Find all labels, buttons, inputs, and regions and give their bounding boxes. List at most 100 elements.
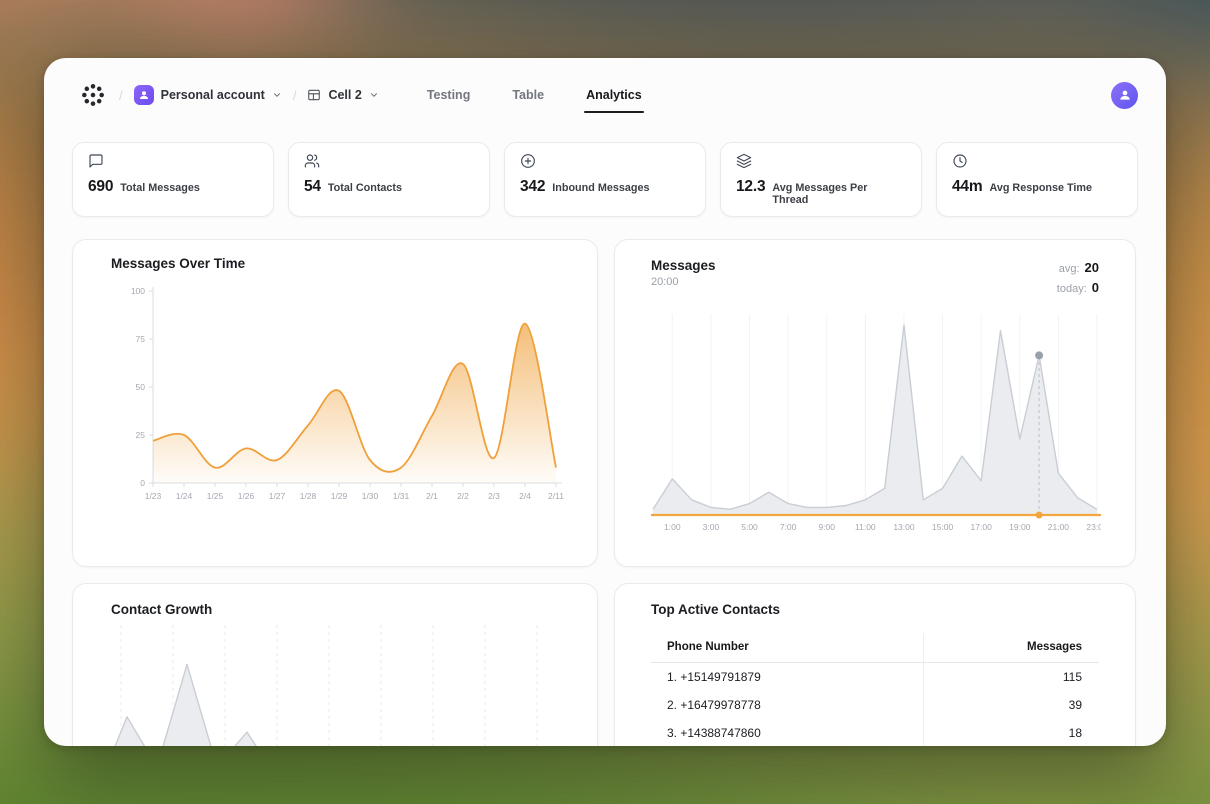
svg-text:19:00: 19:00 — [1009, 522, 1031, 532]
svg-text:2/1: 2/1 — [426, 491, 438, 501]
chart-summary: avg: 20 today: 0 — [1057, 258, 1099, 298]
contact-message-count: 115 — [923, 663, 1101, 691]
svg-text:1/29: 1/29 — [331, 491, 348, 501]
cell-label: Cell 2 — [328, 88, 362, 102]
breadcrumb-separator: / — [292, 87, 297, 103]
plus-circle-icon — [521, 154, 535, 168]
table-grid-icon — [308, 89, 321, 101]
svg-text:1/31: 1/31 — [393, 491, 410, 501]
stat-card: 54 Total Contacts — [288, 142, 490, 217]
stat-card: 44m Avg Response Time — [936, 142, 1138, 217]
svg-text:23:00: 23:00 — [1086, 522, 1101, 532]
svg-text:15:00: 15:00 — [932, 522, 954, 532]
phone-number-header: Phone Number — [667, 641, 749, 653]
messages-over-time-panel: Messages Over Time 0 25 50 75 100 1/23 1/24 1/2… — [72, 239, 598, 567]
avg-label: avg: — [1058, 263, 1080, 275]
message-square-icon — [89, 154, 103, 168]
svg-text:1/27: 1/27 — [269, 491, 286, 501]
messages-hourly-chart: 1:00 3:00 5:00 7:00 9:00 11:00 13:00 15:00 17:00… — [651, 314, 1101, 532]
account-switcher-button[interactable]: Personal account — [133, 85, 282, 105]
svg-text:1/25: 1/25 — [207, 491, 224, 501]
app-logo-icon[interactable] — [78, 80, 108, 110]
users-icon — [304, 154, 320, 168]
stat-value: 690 — [88, 178, 114, 195]
panel-title: Contact Growth — [111, 602, 213, 617]
stat-value: 44m — [952, 178, 983, 195]
svg-text:1/23: 1/23 — [145, 491, 162, 501]
svg-text:11:00: 11:00 — [855, 522, 876, 532]
charts-row: Messages Over Time 0 25 50 75 100 1/23 1/24 1/2… — [72, 239, 1138, 567]
contact-phone: 3. +14388747860 — [667, 726, 761, 740]
stat-card: 690 Total Messages — [72, 142, 274, 217]
stat-value: 54 — [304, 178, 321, 195]
svg-text:75: 75 — [136, 334, 146, 344]
stats-row: 690 Total Messages 54 Total Contacts 342 Inbo… — [72, 142, 1138, 217]
selected-hour-label: 20:00 — [651, 276, 679, 288]
panel-header: Messages 20:00 avg: 20 today: 0 — [651, 258, 1099, 298]
contact-growth-chart — [114, 625, 538, 746]
svg-text:1/26: 1/26 — [238, 491, 255, 501]
contact-phone: 1. +15149791879 — [667, 670, 761, 684]
svg-text:17:00: 17:00 — [971, 522, 993, 532]
tab-analytics[interactable]: Analytics — [584, 82, 644, 113]
person-icon — [139, 91, 148, 99]
stat-label: Inbound Messages — [552, 182, 650, 194]
contact-message-count: 39 — [923, 691, 1101, 719]
tab-table[interactable]: Table — [510, 82, 546, 108]
today-label: today: — [1056, 283, 1087, 296]
breadcrumb-separator: / — [119, 87, 123, 103]
stat-label: Total Contacts — [327, 182, 403, 194]
svg-text:1/24: 1/24 — [176, 491, 193, 501]
tab-testing[interactable]: Testing — [425, 82, 473, 108]
svg-text:21:00: 21:00 — [1048, 522, 1070, 532]
contact-row: 3. +14388747860 18 — [651, 719, 1099, 746]
chevron-down-icon — [369, 90, 379, 100]
bottom-row: Contact Growth Top Active Contacts Phone… — [72, 583, 1138, 746]
messages-over-time-chart: 0 25 50 75 100 1/23 1/24 1/25 1/26 1/27 1/28 1/29 1/… — [131, 286, 564, 501]
svg-text:50: 50 — [136, 382, 146, 392]
avg-value: 20 — [1084, 260, 1099, 275]
stat-label: Avg Messages Per Thread — [772, 182, 868, 206]
contact-phone: 2. +16479978778 — [667, 698, 761, 712]
stat-card: 342 Inbound Messages — [504, 142, 706, 217]
svg-text:2/3: 2/3 — [488, 491, 500, 501]
contact-row: 1. +15149791879 115 — [651, 663, 1099, 691]
svg-text:13:00: 13:00 — [893, 522, 915, 532]
svg-text:3:00: 3:00 — [703, 522, 720, 532]
user-avatar[interactable] — [1111, 81, 1138, 109]
table-header-row: Phone Number Messages — [651, 633, 1099, 663]
clock-icon — [953, 154, 967, 168]
panel-title: Top Active Contacts — [651, 602, 781, 617]
svg-text:25: 25 — [136, 430, 146, 440]
contact-message-count: 18 — [923, 719, 1101, 746]
contact-growth-panel: Contact Growth — [72, 583, 598, 746]
chevron-down-icon — [272, 90, 282, 100]
stat-label: Total Messages — [120, 182, 200, 194]
stat-label: Avg Response Time — [989, 182, 1093, 194]
selected-hour-marker — [1035, 511, 1043, 519]
top-navigation-bar: / Personal account / Cell 2 Testing Table… — [72, 72, 1138, 118]
svg-text:9:00: 9:00 — [818, 522, 835, 532]
stat-value: 342 — [520, 178, 546, 195]
svg-text:0: 0 — [140, 478, 145, 488]
selected-point-marker — [1035, 351, 1044, 360]
today-value: 0 — [1091, 280, 1099, 296]
svg-text:1/30: 1/30 — [362, 491, 379, 501]
svg-text:5:00: 5:00 — [741, 522, 758, 532]
table-body: 1. +15149791879 115 2. +16479978778 39 3. +1… — [651, 663, 1099, 746]
cell-switcher-button[interactable]: Cell 2 — [307, 88, 378, 102]
app-window: / Personal account / Cell 2 Testing Table… — [44, 58, 1166, 746]
account-avatar — [133, 85, 154, 105]
messages-hourly-panel: Messages 20:00 avg: 20 today: 0 1:00 3:00 5:… — [614, 239, 1136, 567]
stat-card: 12.3 Avg Messages Per Thread — [720, 142, 922, 217]
svg-text:1:00: 1:00 — [664, 522, 681, 532]
svg-text:100: 100 — [131, 286, 145, 296]
person-icon — [1119, 90, 1130, 100]
svg-text:2/2: 2/2 — [457, 491, 469, 501]
panel-title: Messages — [651, 258, 716, 273]
panel-title: Messages Over Time — [111, 256, 246, 271]
svg-text:7:00: 7:00 — [780, 522, 797, 532]
stat-value: 12.3 — [736, 178, 766, 195]
contacts-table: Phone Number Messages 1. +15149791879 115… — [651, 633, 1099, 746]
nav-tabs: Testing Table Analytics — [425, 82, 644, 113]
